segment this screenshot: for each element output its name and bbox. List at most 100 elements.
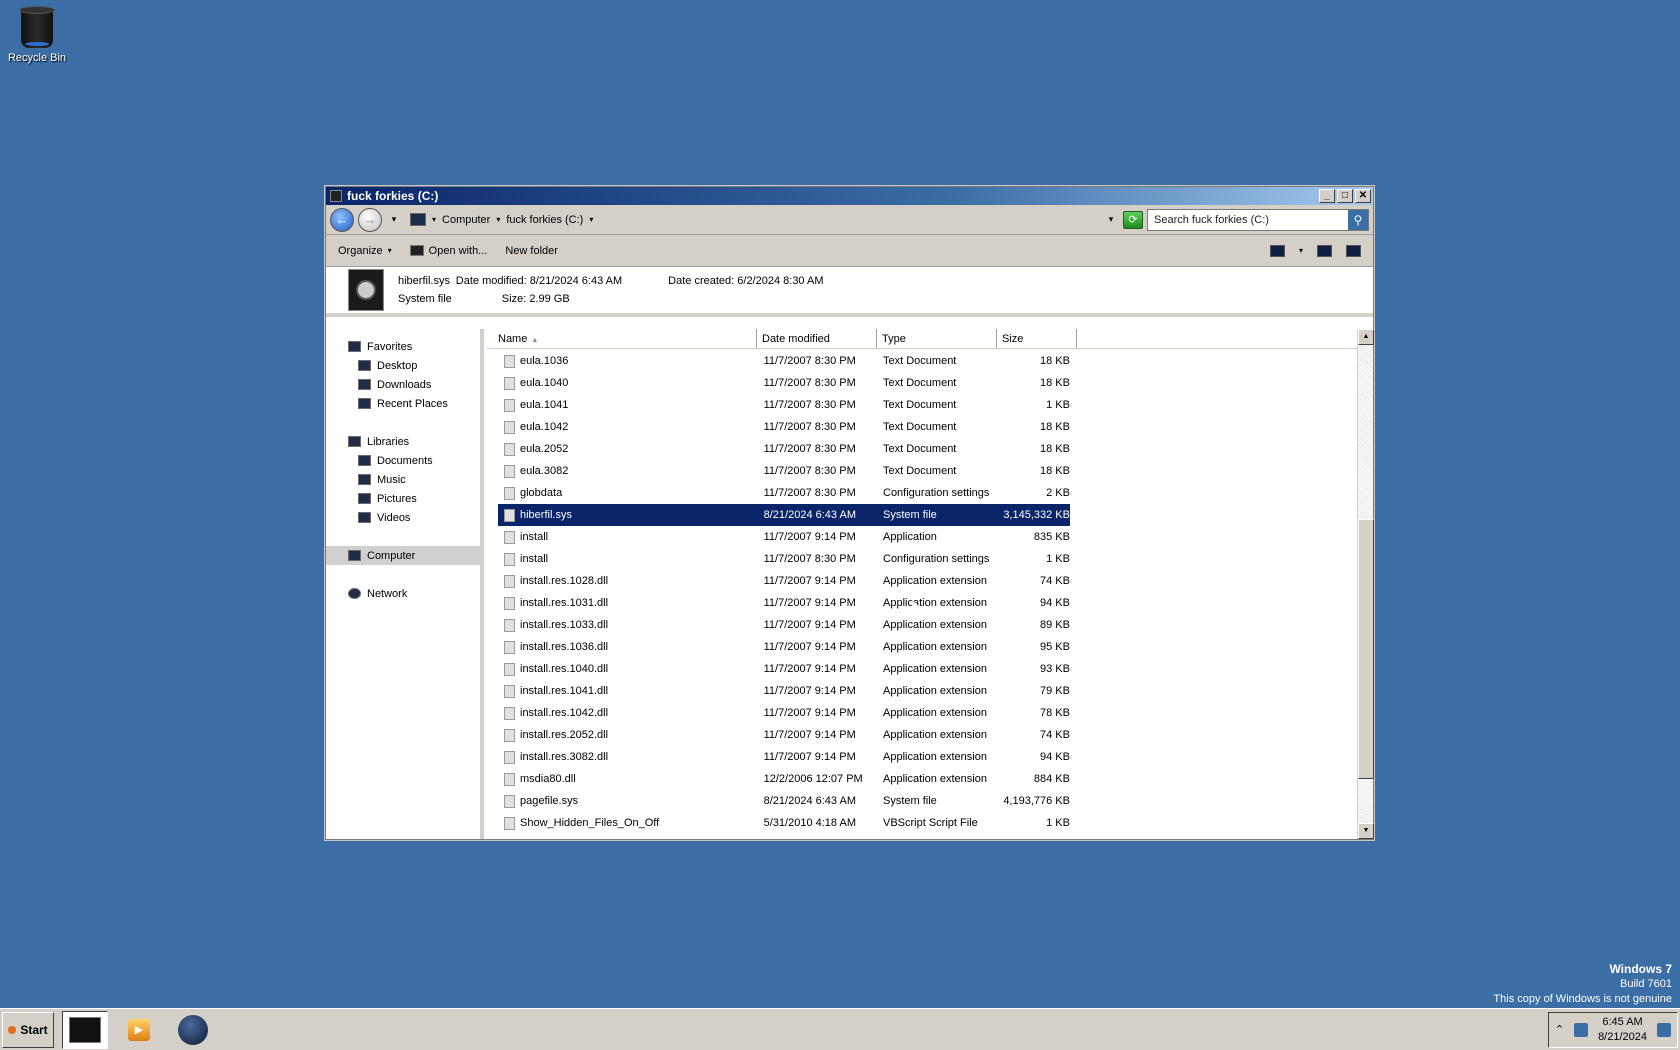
show-hidden-icons-icon[interactable]: ⌃ <box>1555 1023 1564 1036</box>
view-options-chevron-icon[interactable]: ▾ <box>1299 246 1303 255</box>
file-row[interactable]: eula.1036 11/7/2007 8:30 PM Text Document 1… <box>498 350 1070 372</box>
scroll-up-icon[interactable]: ▲ <box>1358 329 1374 345</box>
clock[interactable]: 6:45 AM 8/21/2024 <box>1598 1015 1647 1045</box>
file-name: install.res.2052.dll <box>520 729 609 741</box>
file-row[interactable]: eula.3082 11/7/2007 8:30 PM Text Document 1… <box>498 460 1070 482</box>
media-player-icon: ▶ <box>128 1018 150 1041</box>
change-view-icon[interactable] <box>1269 244 1285 257</box>
file-row[interactable]: msdia80.dll 12/2/2006 12:07 PM Application… <box>498 768 1070 790</box>
file-type: System file <box>883 795 937 807</box>
volume-icon[interactable] <box>1574 1022 1589 1037</box>
taskbar-media-player-button[interactable]: ▶ <box>116 1011 162 1049</box>
chevron-down-icon[interactable]: ▾ <box>432 215 436 224</box>
details-size: Size: 2.99 GB <box>501 293 570 305</box>
file-row[interactable]: eula.1042 11/7/2007 8:30 PM Text Document 1… <box>498 416 1070 438</box>
file-row[interactable]: install.res.1040.dll 11/7/2007 9:14 PM App… <box>498 658 1070 680</box>
nav-downloads[interactable]: Downloads <box>326 375 480 394</box>
column-header-name[interactable]: Name ▲ <box>486 329 757 348</box>
file-icon <box>504 464 515 478</box>
file-row[interactable]: install.res.3082.dll 11/7/2007 9:14 PM App… <box>498 746 1070 768</box>
open-with-button[interactable]: Open with... <box>409 245 487 257</box>
breadcrumb-computer[interactable]: Computer ▾ <box>442 214 500 226</box>
file-row[interactable]: eula.1040 11/7/2007 8:30 PM Text Document 1… <box>498 372 1070 394</box>
file-row[interactable]: install.res.1028.dll 11/7/2007 9:14 PM App… <box>498 570 1070 592</box>
address-dropdown-icon[interactable]: ▾ <box>1103 214 1119 225</box>
file-type: VBScript Script File <box>883 817 978 829</box>
details-file-type: System file <box>398 293 452 305</box>
maximize-button[interactable]: □ <box>1337 189 1353 203</box>
history-dropdown-icon[interactable]: ▾ <box>386 214 402 225</box>
refresh-button[interactable]: ⟳ <box>1123 210 1143 229</box>
file-icon <box>504 728 515 742</box>
file-size: 94 KB <box>1040 751 1070 763</box>
file-type: Application extension <box>883 641 987 653</box>
chevron-down-icon[interactable]: ▾ <box>589 215 593 224</box>
close-button[interactable]: ✕ <box>1355 189 1371 203</box>
search-icon[interactable]: ⚲ <box>1348 209 1368 230</box>
file-name: eula.2052 <box>520 443 569 455</box>
music-icon <box>358 474 371 485</box>
file-row[interactable]: install.res.2052.dll 11/7/2007 9:14 PM App… <box>498 724 1070 746</box>
file-date-modified: 11/7/2007 9:14 PM <box>763 685 856 697</box>
file-row[interactable]: install.res.1033.dll 11/7/2007 9:14 PM App… <box>498 614 1070 636</box>
file-row[interactable]: globdata 11/7/2007 8:30 PM Configuration s… <box>498 482 1070 504</box>
file-icon <box>504 618 515 632</box>
file-name: pagefile.sys <box>520 795 579 807</box>
file-date-modified: 11/7/2007 8:30 PM <box>763 465 856 477</box>
scroll-thumb[interactable] <box>1358 519 1374 779</box>
minimize-button[interactable]: _ <box>1319 189 1335 203</box>
file-type: Text Document <box>883 399 957 411</box>
file-icon <box>504 816 515 830</box>
address-field[interactable]: ▾ Computer ▾ fuck forkies (C:) ▾ <box>406 208 1099 231</box>
breadcrumb-drive[interactable]: fuck forkies (C:) ▾ <box>506 214 593 226</box>
file-row[interactable]: install 11/7/2007 9:14 PM Application 835 K… <box>498 526 1070 548</box>
file-size: 835 KB <box>1033 531 1070 543</box>
file-date-modified: 11/7/2007 9:14 PM <box>763 619 856 631</box>
sort-ascending-icon: ▲ <box>531 337 539 344</box>
nav-music[interactable]: Music <box>326 470 480 489</box>
file-row[interactable]: install.res.1031.dll 11/7/2007 9:14 PM App… <box>498 592 1070 614</box>
title-bar[interactable]: fuck forkies (C:) _ □ ✕ <box>326 187 1373 205</box>
nav-videos[interactable]: Videos <box>326 508 480 527</box>
file-row[interactable]: hiberfil.sys 8/21/2024 6:43 AM System file… <box>498 504 1070 526</box>
column-header-type[interactable]: Type <box>877 329 997 348</box>
nav-favorites[interactable]: Favorites <box>326 337 480 356</box>
file-row[interactable]: eula.1041 11/7/2007 8:30 PM Text Document 1… <box>498 394 1070 416</box>
back-button[interactable]: ← <box>330 207 354 232</box>
file-icon <box>504 442 515 456</box>
start-button[interactable]: Start <box>2 1011 54 1048</box>
recycle-bin-desktop-icon[interactable]: Recycle Bin <box>6 4 68 64</box>
help-icon[interactable] <box>1346 244 1361 257</box>
organize-button[interactable]: Organize ▾ <box>338 245 392 257</box>
column-header-date-modified[interactable]: Date modified <box>757 329 877 348</box>
show-desktop-icon[interactable] <box>1657 1022 1671 1037</box>
search-input[interactable] <box>1148 213 1348 226</box>
file-row[interactable]: install 11/7/2007 8:30 PM Configuration se… <box>498 548 1070 570</box>
file-date-modified: 11/7/2007 8:30 PM <box>763 553 856 565</box>
nav-libraries[interactable]: Libraries <box>326 432 480 451</box>
forward-button[interactable]: → <box>358 207 382 232</box>
file-size: 1 KB <box>1046 817 1070 829</box>
nav-documents[interactable]: Documents <box>326 451 480 470</box>
file-row[interactable]: pagefile.sys 8/21/2024 6:43 AM System file… <box>498 790 1070 812</box>
file-row[interactable]: Show_Hidden_Files_On_Off 5/31/2010 4:18 A… <box>498 812 1070 834</box>
nav-pictures[interactable]: Pictures <box>326 489 480 508</box>
file-row[interactable]: eula.2052 11/7/2007 8:30 PM Text Document 1… <box>498 438 1070 460</box>
nav-network[interactable]: Network <box>326 584 480 603</box>
scroll-down-icon[interactable]: ▼ <box>1358 823 1374 839</box>
file-row[interactable]: install.res.1036.dll 11/7/2007 9:14 PM App… <box>498 636 1070 658</box>
nav-recent-places[interactable]: Recent Places <box>326 394 480 413</box>
chevron-down-icon[interactable]: ▾ <box>496 215 500 224</box>
taskbar-browser-button[interactable] <box>170 1011 216 1049</box>
column-header-size[interactable]: Size <box>997 329 1077 348</box>
file-row[interactable]: install.res.1042.dll 11/7/2007 9:14 PM App… <box>498 702 1070 724</box>
taskbar-explorer-button[interactable] <box>62 1010 108 1049</box>
file-date-modified: 11/7/2007 9:14 PM <box>763 751 856 763</box>
nav-desktop[interactable]: Desktop <box>326 356 480 375</box>
search-box[interactable]: ⚲ <box>1147 208 1369 231</box>
new-folder-button[interactable]: New folder <box>505 245 558 257</box>
preview-pane-icon[interactable] <box>1317 244 1332 257</box>
file-row[interactable]: install.res.1041.dll 11/7/2007 9:14 PM App… <box>498 680 1070 702</box>
vertical-scrollbar[interactable]: ▲ ▼ <box>1357 329 1374 839</box>
nav-computer[interactable]: Computer <box>326 546 480 565</box>
